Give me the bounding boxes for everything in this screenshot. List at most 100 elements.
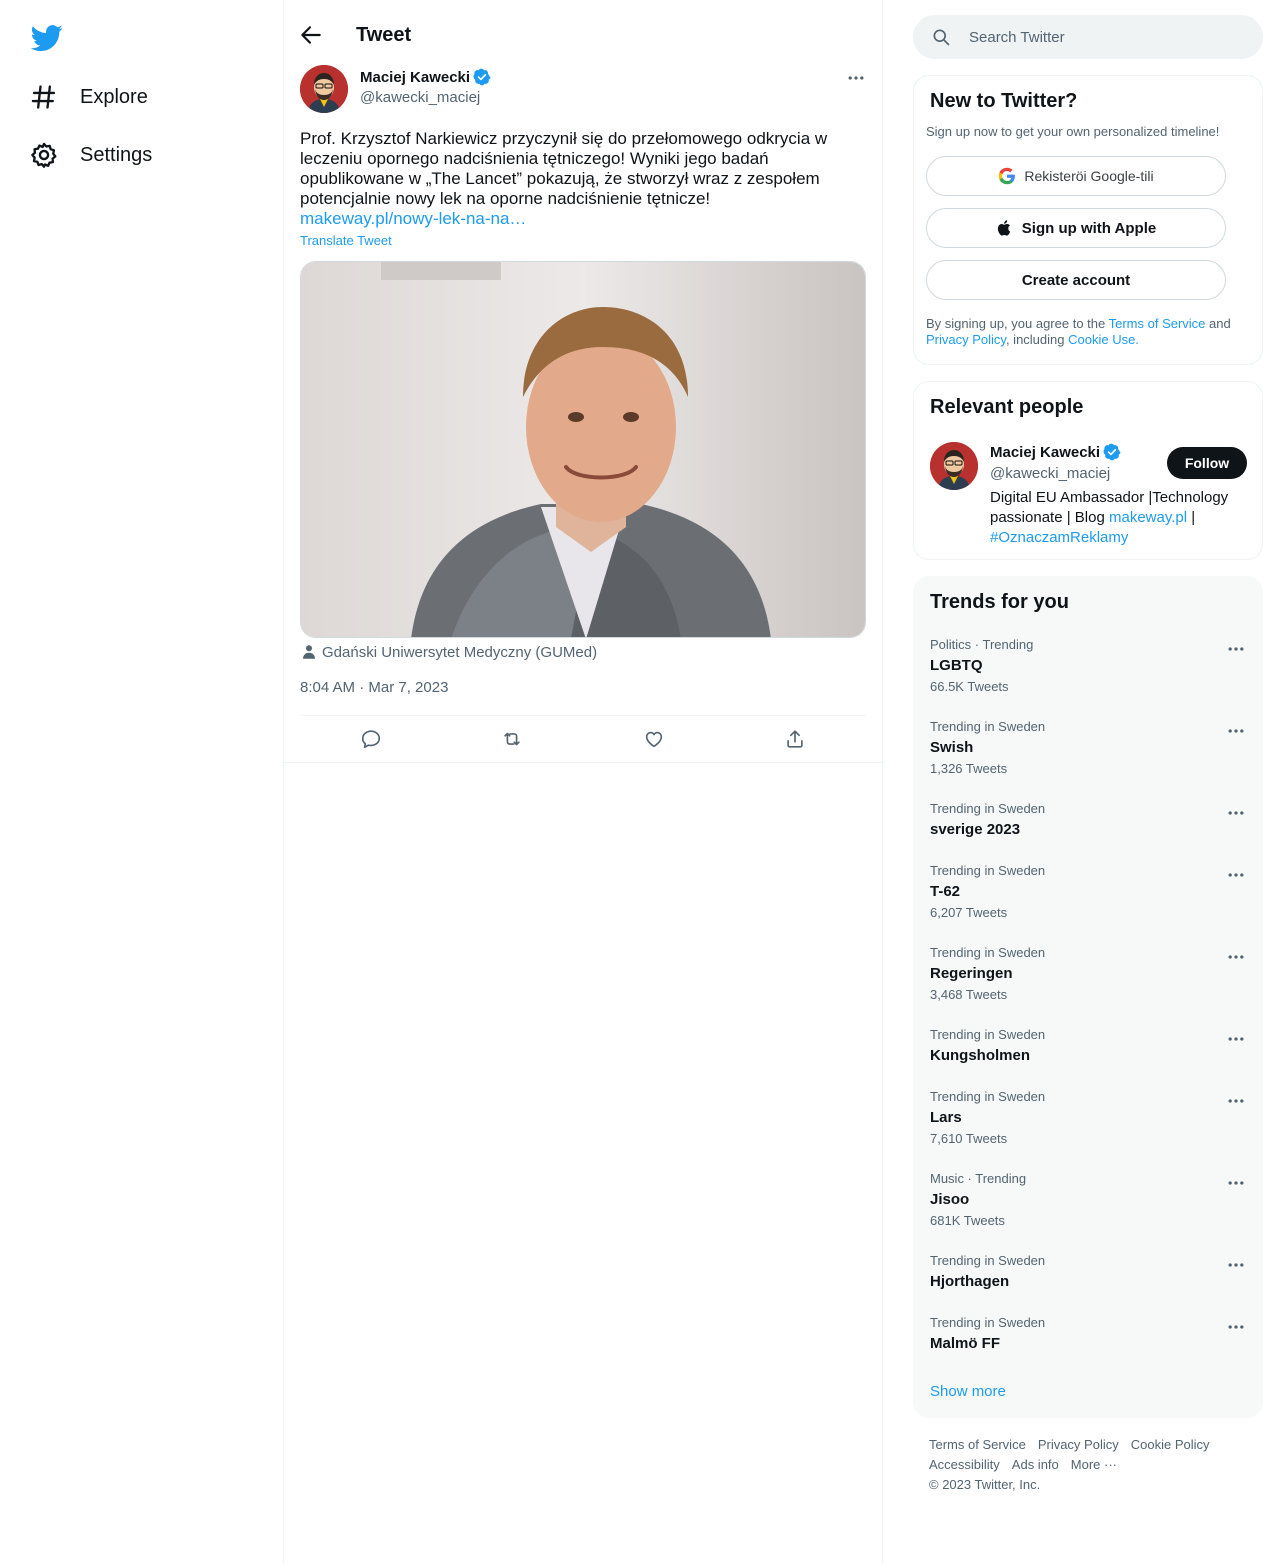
tweet-link[interactable]: makeway.pl/nowy-lek-na-na… <box>300 209 526 229</box>
translate-tweet-link[interactable]: Translate Tweet <box>300 233 392 248</box>
tweet-author-row[interactable]: Maciej Kawecki <box>360 68 491 86</box>
more-dots-icon[interactable] <box>1226 721 1246 741</box>
person-name[interactable]: Maciej Kawecki <box>990 444 1100 461</box>
more-dots-icon[interactable] <box>1226 1173 1246 1193</box>
avatar[interactable] <box>930 442 978 490</box>
trends-title: Trends for you <box>930 591 1069 613</box>
media-credit: Gdański Uniwersytet Medyczny (GUMed) <box>300 643 597 661</box>
more-dots-icon[interactable] <box>1226 947 1246 967</box>
footer-terms-link[interactable]: Terms of Service <box>929 1435 1026 1455</box>
trends-card: Trends for you Politics · Trending LGBTQ… <box>913 576 1263 1418</box>
trend-name: Swish <box>930 739 974 756</box>
trend-name: Hjorthagen <box>930 1273 1010 1290</box>
google-signup-label: Rekisteröi Google-tili <box>1024 168 1154 184</box>
person-name-row[interactable]: Maciej Kawecki <box>990 443 1121 461</box>
apple-logo-icon <box>997 220 1010 236</box>
avatar-illustration <box>930 442 978 490</box>
terms-link[interactable]: Terms of Service <box>1109 316 1206 331</box>
more-dots-icon[interactable] <box>1226 1317 1246 1337</box>
like-heart-icon[interactable] <box>643 728 665 750</box>
create-account-button[interactable]: Create account <box>926 260 1226 300</box>
back-arrow-icon[interactable] <box>298 22 324 48</box>
relevant-people-card: Relevant people Maciej Kawecki @kawecki_… <box>913 381 1263 560</box>
trend-meta: Trending in Sweden <box>930 945 1046 960</box>
show-more-link[interactable]: Show more <box>930 1383 1006 1400</box>
person-bio: Digital EU Ambassador |Technology passio… <box>990 488 1250 548</box>
more-dots-icon[interactable] <box>1226 803 1246 823</box>
person-handle[interactable]: @kawecki_maciej <box>990 465 1110 482</box>
trend-name: T-62 <box>930 883 961 900</box>
tweet-author-handle[interactable]: @kawecki_maciej <box>360 89 480 106</box>
more-dots-icon[interactable] <box>1226 1091 1246 1111</box>
apple-signup-label: Sign up with Apple <box>1021 219 1157 237</box>
share-icon[interactable] <box>784 728 806 750</box>
more-dots-icon[interactable] <box>1226 1029 1246 1049</box>
bio-link[interactable]: makeway.pl <box>1109 509 1187 526</box>
left-nav: Explore Settings <box>0 0 283 1564</box>
trend-count: 6,207 Tweets <box>930 905 1008 920</box>
trend-name: Jisoo <box>930 1191 970 1208</box>
trend-count: 7,610 Tweets <box>930 1131 1008 1146</box>
search-bar[interactable] <box>913 15 1263 59</box>
divider <box>284 762 882 763</box>
footer-ads-link[interactable]: Ads info <box>1012 1455 1059 1475</box>
footer-accessibility-link[interactable]: Accessibility <box>929 1455 1000 1475</box>
gear-icon <box>31 142 57 168</box>
more-dots-icon[interactable] <box>1226 1255 1246 1275</box>
copyright: © 2023 Twitter, Inc. <box>929 1477 1041 1492</box>
avatar[interactable] <box>300 65 348 113</box>
privacy-link[interactable]: Privacy Policy <box>926 332 1006 347</box>
trend-name: Kungsholmen <box>930 1047 1030 1064</box>
tweet-header: Tweet <box>284 0 884 72</box>
tweet-photo[interactable] <box>300 261 866 638</box>
tweet-actions <box>300 716 866 762</box>
footer-cookie-link[interactable]: Cookie Policy <box>1131 1435 1210 1455</box>
verified-badge-icon <box>1103 443 1121 461</box>
person-icon <box>303 645 315 659</box>
trend-count: 681K Tweets <box>930 1213 1005 1228</box>
relevant-people-title: Relevant people <box>930 396 1084 418</box>
trend-meta: Trending in Sweden <box>930 863 1046 878</box>
trend-meta: Trending in Sweden <box>930 1089 1046 1104</box>
google-logo-icon <box>999 167 1016 185</box>
legal-text: By signing up, you agree to the <box>926 316 1109 331</box>
legal-text: and <box>1205 316 1231 331</box>
cookie-link[interactable]: Cookie Use. <box>1068 332 1139 347</box>
tweet-text: Prof. Krzysztof Narkiewicz przyczynił si… <box>300 129 828 208</box>
retweet-icon[interactable] <box>501 728 523 750</box>
avatar-illustration <box>300 65 348 113</box>
signup-card: New to Twitter? Sign up now to get your … <box>913 75 1263 365</box>
trend-meta: Trending in Sweden <box>930 801 1046 816</box>
tweet-author-name[interactable]: Maciej Kawecki <box>360 69 470 86</box>
signup-legal: By signing up, you agree to the Terms of… <box>926 316 1246 348</box>
apple-signup-button[interactable]: Sign up with Apple <box>926 208 1226 248</box>
trend-meta: Trending in Sweden <box>930 719 1046 734</box>
footer: Terms of Service Privacy Policy Cookie P… <box>929 1435 1249 1495</box>
trend-meta: Trending in Sweden <box>930 1315 1046 1330</box>
more-dots-icon[interactable] <box>1226 639 1246 659</box>
trend-count: 3,468 Tweets <box>930 987 1008 1002</box>
nav-settings-label: Settings <box>80 143 153 166</box>
bio-hashtag[interactable]: #OznaczamReklamy <box>990 529 1128 546</box>
more-dots-icon[interactable] <box>846 68 866 88</box>
trend-meta: Trending in Sweden <box>930 1253 1046 1268</box>
trend-name: sverige 2023 <box>930 821 1021 838</box>
create-account-label: Create account <box>1021 271 1131 289</box>
tweet-timestamp[interactable]: 8:04 AM · Mar 7, 2023 <box>300 679 448 696</box>
nav-settings[interactable]: Settings <box>30 135 152 175</box>
footer-more-link[interactable]: More ··· <box>1071 1455 1117 1475</box>
follow-button[interactable]: Follow <box>1167 447 1247 479</box>
trend-meta: Trending in Sweden <box>930 1027 1046 1042</box>
main-column: Tweet Maciej Kawecki @kawecki_maciej Pro… <box>283 0 883 1564</box>
footer-privacy-link[interactable]: Privacy Policy <box>1038 1435 1119 1455</box>
twitter-bird-icon[interactable] <box>31 22 63 54</box>
reply-icon[interactable] <box>360 728 382 750</box>
google-signup-button[interactable]: Rekisteröi Google-tili <box>926 156 1226 196</box>
nav-explore-label: Explore <box>80 85 148 108</box>
more-dots-icon[interactable] <box>1226 865 1246 885</box>
verified-badge-icon <box>473 68 491 86</box>
bio-separator: | <box>1187 509 1196 526</box>
nav-explore[interactable]: Explore <box>30 77 148 117</box>
search-input[interactable] <box>969 28 1239 46</box>
trend-name: LGBTQ <box>930 657 983 674</box>
